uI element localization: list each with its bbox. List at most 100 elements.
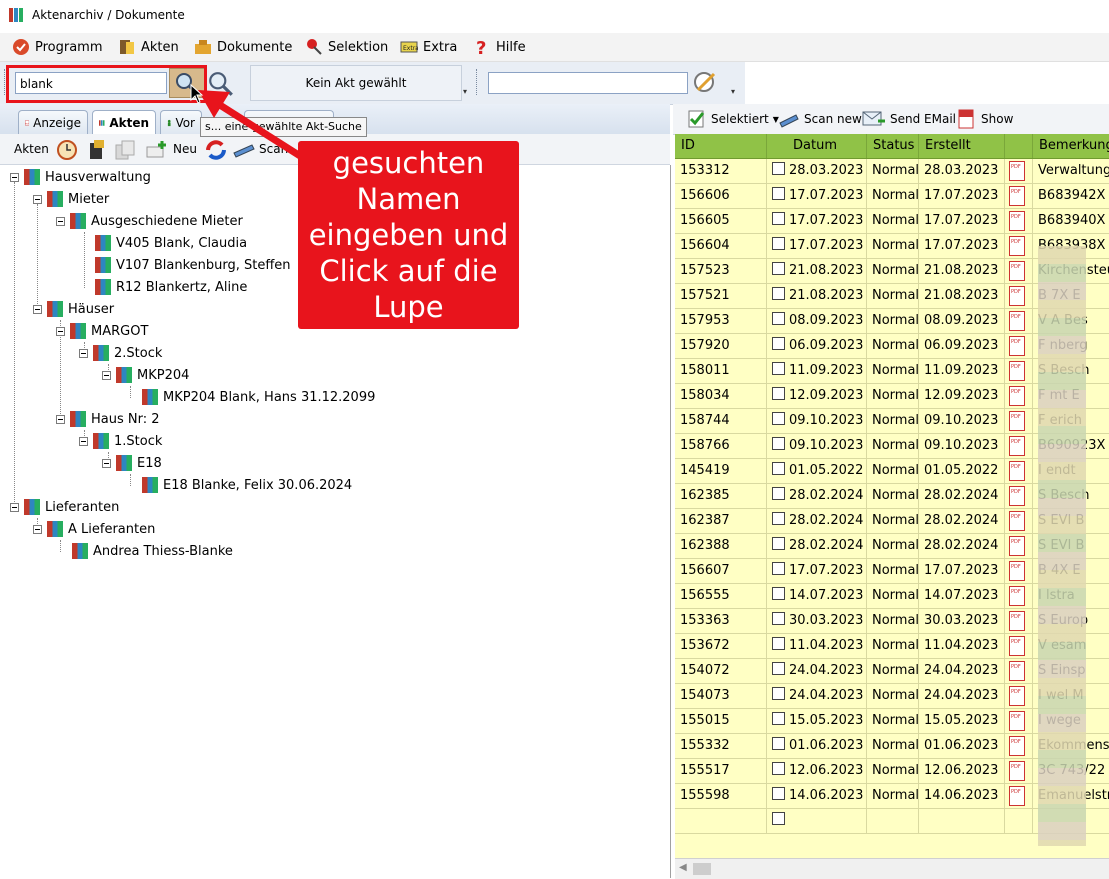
row-checkbox[interactable] [772,437,785,450]
collapse-toggle[interactable] [79,436,88,446]
row-checkbox[interactable] [772,812,785,825]
second-dropdown-arrow[interactable]: ▾ [728,65,738,99]
scan-new-button[interactable]: Scan new [778,108,862,130]
row-checkbox[interactable] [772,562,785,575]
status-dropdown-arrow[interactable]: ▾ [460,65,470,99]
row-checkbox[interactable] [772,337,785,350]
row-checkbox[interactable] [772,262,785,275]
folder-lock-icon[interactable] [88,139,106,161]
row-checkbox[interactable] [772,687,785,700]
tree-node-haeuser[interactable]: Häuser [33,299,114,319]
row-checkbox[interactable] [772,787,785,800]
selektiert-dropdown[interactable]: Selektiert ▼ [687,108,779,130]
tree-node-ausgeschiedene-mieter[interactable]: Ausgeschiedene Mieter [56,211,243,231]
tree-node-1stock[interactable]: 1.Stock [79,431,162,451]
column-header-bemerkung[interactable]: Bemerkung [1033,134,1109,158]
pdf-icon[interactable] [1009,259,1025,281]
row-checkbox[interactable] [772,362,785,375]
row-checkbox[interactable] [772,387,785,400]
clock-icon[interactable] [56,139,78,161]
pdf-icon[interactable] [1009,759,1025,781]
pdf-icon[interactable] [1009,459,1025,481]
second-search-input[interactable] [488,72,688,94]
collapse-toggle[interactable] [10,502,19,512]
pdf-icon[interactable] [1009,534,1025,556]
pdf-icon[interactable] [1009,609,1025,631]
pdf-icon[interactable] [1009,434,1025,456]
menu-hilfe[interactable]: ? Hilfe [473,37,526,57]
pdf-icon[interactable] [1009,359,1025,381]
collapse-toggle[interactable] [56,414,65,424]
collapse-toggle[interactable] [56,216,65,226]
row-checkbox[interactable] [772,312,785,325]
tree-leaf-mkp204-blank[interactable]: MKP204 Blank, Hans 31.12.2099 [142,387,375,407]
row-checkbox[interactable] [772,512,785,525]
akten-button[interactable]: Akten [14,138,49,160]
menu-programm[interactable]: Programm [12,37,103,57]
tree-leaf-v107[interactable]: V107 Blankenburg, Steffen [95,255,291,275]
pdf-icon[interactable] [1009,784,1025,806]
tree-node-mieter[interactable]: Mieter [33,189,109,209]
tree-node-a-lieferanten[interactable]: A Lieferanten [33,519,155,539]
pdf-icon[interactable] [1009,334,1025,356]
menu-akten[interactable]: Akten [118,37,179,57]
copy-disabled-icon[interactable] [114,139,136,161]
horizontal-scrollbar[interactable]: ◀ [675,858,1109,879]
pen-magnifier-icon[interactable] [690,68,722,100]
collapse-toggle[interactable] [79,348,88,358]
row-checkbox[interactable] [772,662,785,675]
row-checkbox[interactable] [772,412,785,425]
row-checkbox[interactable] [772,637,785,650]
pdf-icon[interactable] [1009,184,1025,206]
tree-node-margot[interactable]: MARGOT [56,321,148,341]
show-button[interactable]: Show [957,108,1013,130]
row-checkbox[interactable] [772,737,785,750]
row-checkbox[interactable] [772,187,785,200]
tab-akten[interactable]: Akten [92,110,156,134]
pdf-icon[interactable] [1009,159,1025,181]
column-header-pdf[interactable] [1005,134,1033,158]
column-header-erstellt[interactable]: Erstellt [919,134,1005,158]
pdf-icon[interactable] [1009,709,1025,731]
pdf-icon[interactable] [1009,734,1025,756]
row-checkbox[interactable] [772,587,785,600]
pdf-icon[interactable] [1009,384,1025,406]
tree-node-haus-nr-2[interactable]: Haus Nr: 2 [56,409,160,429]
row-checkbox[interactable] [772,487,785,500]
pdf-icon[interactable] [1009,209,1025,231]
collapse-toggle[interactable] [33,524,42,534]
tree-node-lieferanten[interactable]: Lieferanten [10,497,119,517]
pdf-icon[interactable] [1009,559,1025,581]
scroll-thumb[interactable] [693,863,711,875]
pdf-icon[interactable] [1009,634,1025,656]
tree-leaf-r12[interactable]: R12 Blankertz, Aline [95,277,247,297]
tree-node-hausverwaltung[interactable]: Hausverwaltung [10,167,151,187]
pdf-icon[interactable] [1009,484,1025,506]
menu-extra[interactable]: Extra Extra [400,37,457,57]
tab-anzeige[interactable]: PDF Anzeige [18,110,88,134]
row-checkbox[interactable] [772,212,785,225]
pdf-icon[interactable] [1009,659,1025,681]
tree-node-e18[interactable]: E18 [102,453,162,473]
pdf-icon[interactable] [1009,584,1025,606]
scroll-left-icon[interactable]: ◀ [679,862,687,873]
menu-dokumente[interactable]: Dokumente [194,37,292,57]
collapse-toggle[interactable] [56,326,65,336]
menu-selektion[interactable]: Selektion [305,37,388,57]
pdf-icon[interactable] [1009,409,1025,431]
row-checkbox[interactable] [772,287,785,300]
row-checkbox[interactable] [772,537,785,550]
table-row[interactable]: 153312 28.03.2023 Normal 28.03.2023 Verwaltu… [675,159,1109,184]
tree-leaf-e18-blanke[interactable]: E18 Blanke, Felix 30.06.2024 [142,475,352,495]
column-header-datum[interactable]: Datum [767,134,867,158]
row-checkbox[interactable] [772,237,785,250]
row-checkbox[interactable] [772,712,785,725]
column-header-status[interactable]: Status [867,134,919,158]
row-checkbox[interactable] [772,762,785,775]
row-checkbox[interactable] [772,462,785,475]
pdf-icon[interactable] [1009,234,1025,256]
tree-node-2stock[interactable]: 2.Stock [79,343,162,363]
send-email-button[interactable]: Send EMail [862,108,956,130]
table-row[interactable]: 156605 17.07.2023 Normal 17.07.2023 B683940X… [675,209,1109,234]
collapse-toggle[interactable] [102,370,111,380]
